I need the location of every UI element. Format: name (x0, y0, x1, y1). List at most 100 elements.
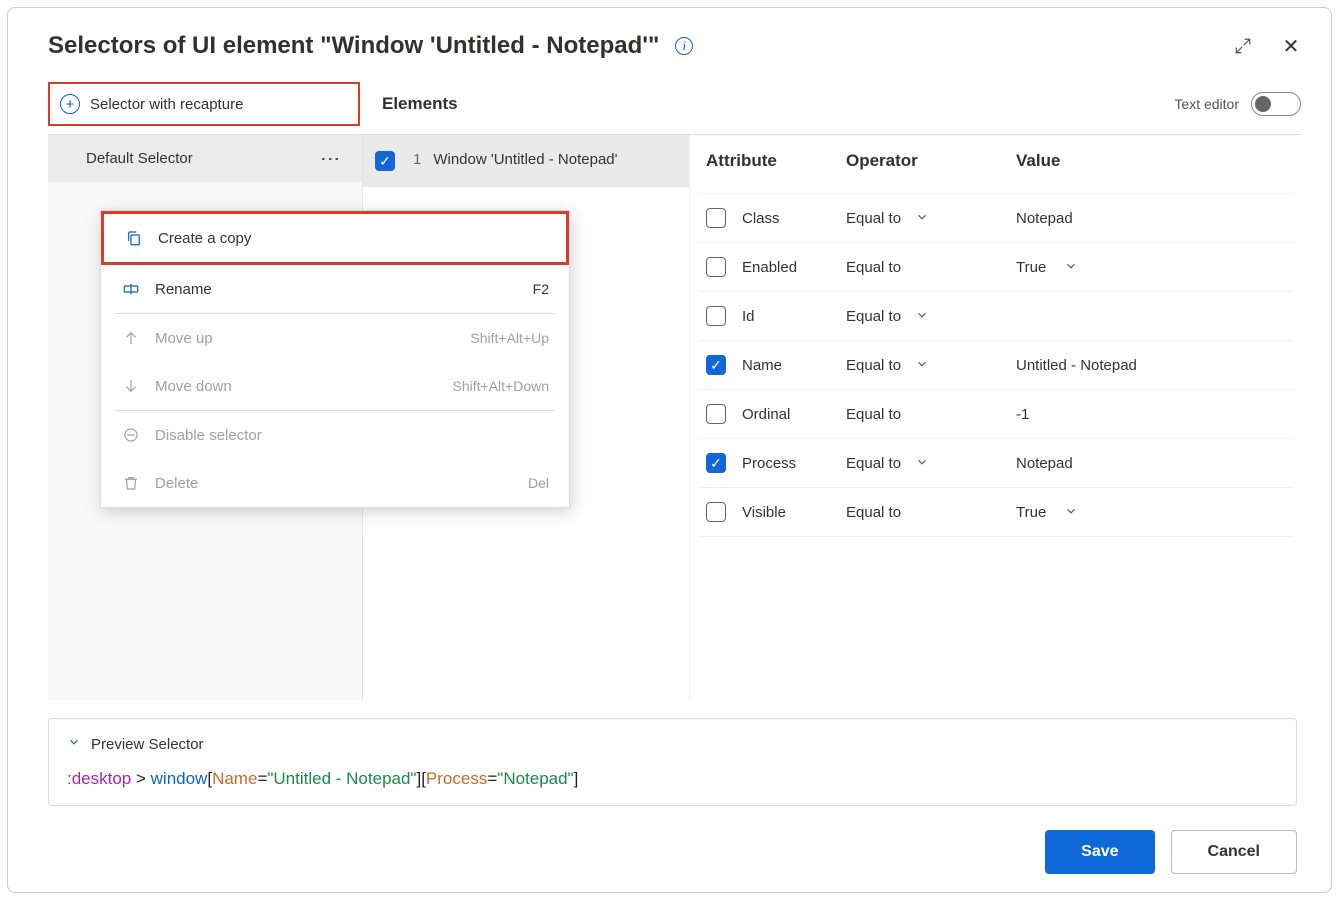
selector-token: > (131, 769, 150, 788)
chevron-down-icon (915, 308, 929, 325)
attributes-panel: Attribute Operator Value ClassEqual toNo… (689, 134, 1301, 700)
chevron-down-icon (915, 210, 929, 227)
cancel-button[interactable]: Cancel (1171, 830, 1297, 874)
selector-token: ][ (416, 769, 425, 788)
menu-shortcut: Del (528, 475, 549, 491)
menu-label: Rename (155, 281, 212, 298)
text-editor-toggle[interactable]: Text editor (1174, 92, 1301, 116)
menu-shortcut: Shift+Alt+Up (470, 330, 549, 346)
preview-toggle[interactable]: Preview Selector (67, 735, 1278, 753)
selectors-dialog: Selectors of UI element "Window 'Untitle… (7, 7, 1332, 893)
menu-label: Move up (155, 330, 213, 347)
chevron-down-icon (67, 735, 81, 753)
expand-icon[interactable] (1233, 36, 1253, 56)
chevron-down-icon (915, 455, 929, 472)
attr-row: ✓ Process Equal toNotepad (698, 439, 1293, 488)
preview-label: Preview Selector (91, 736, 204, 753)
attr-header-row: Attribute Operator Value (698, 135, 1293, 194)
attr-operator[interactable]: Equal to (846, 308, 1016, 325)
attr-value[interactable]: True (1016, 504, 1285, 521)
attr-value[interactable]: True (1016, 259, 1285, 276)
attr-row: Enabled Equal toTrue (698, 243, 1293, 292)
menu-label: Create a copy (158, 230, 251, 247)
element-row[interactable]: ✓ 1 Window 'Untitled - Notepad' (363, 135, 689, 187)
footer-actions: Save Cancel (1045, 830, 1297, 874)
trash-icon (121, 473, 141, 493)
preview-panel: Preview Selector :desktop > window[Name=… (48, 718, 1297, 806)
attr-value[interactable]: Notepad (1016, 455, 1285, 472)
attr-checkbox[interactable] (706, 208, 726, 228)
menu-label: Move down (155, 378, 232, 395)
attr-body: ClassEqual toNotepadEnabledEqual toTrueI… (698, 194, 1293, 537)
menu-label: Delete (155, 475, 198, 492)
menu-shortcut: Shift+Alt+Down (453, 378, 550, 394)
attr-operator[interactable]: Equal to (846, 259, 1016, 276)
selector-context-menu: Create a copy Rename F2 Move up Shift+Al… (100, 210, 570, 508)
attr-row: Id Equal to (698, 292, 1293, 341)
attr-checkbox[interactable] (706, 404, 726, 424)
attr-checkbox[interactable] (706, 257, 726, 277)
recapture-label: Selector with recapture (90, 96, 243, 113)
text-editor-label: Text editor (1174, 96, 1239, 112)
attr-row: ✓ Name Equal toUntitled - Notepad (698, 341, 1293, 390)
attr-operator[interactable]: Equal to (846, 210, 1016, 227)
copy-icon (124, 228, 144, 248)
menu-move-down: Move down Shift+Alt+Down (101, 362, 569, 410)
attr-operator[interactable]: Equal to (846, 455, 1016, 472)
elements-heading: Elements (382, 94, 458, 114)
attr-name: Id (742, 308, 755, 325)
attr-checkbox[interactable] (706, 502, 726, 522)
attr-checkbox[interactable] (706, 306, 726, 326)
toolbar-row: + Selector with recapture Elements Text … (8, 72, 1331, 132)
col-h-attribute: Attribute (706, 151, 846, 171)
selector-token: Name (212, 769, 257, 788)
menu-delete: Delete Del (101, 459, 569, 507)
selector-item-default[interactable]: Default Selector ⋮ (48, 135, 362, 182)
attr-value[interactable]: Notepad (1016, 210, 1285, 227)
header-actions: ✕ (1233, 36, 1301, 56)
selector-item-label: Default Selector (86, 150, 193, 167)
chevron-down-icon (915, 357, 929, 374)
attr-row: Class Equal toNotepad (698, 194, 1293, 243)
attr-name: Name (742, 357, 782, 374)
arrow-down-icon (121, 376, 141, 396)
element-index: 1 (413, 151, 421, 168)
attr-value[interactable]: Untitled - Notepad (1016, 357, 1285, 374)
attr-operator[interactable]: Equal to (846, 357, 1016, 374)
col-h-value: Value (1016, 151, 1285, 171)
selector-token: window (151, 769, 208, 788)
plus-icon: + (60, 94, 80, 114)
selector-token: = (487, 769, 497, 788)
disable-icon (121, 425, 141, 445)
attr-checkbox[interactable]: ✓ (706, 453, 726, 473)
attr-name: Enabled (742, 259, 797, 276)
more-icon[interactable]: ⋮ (318, 149, 342, 168)
selector-token: = (257, 769, 267, 788)
save-button[interactable]: Save (1045, 830, 1154, 874)
info-icon[interactable]: i (675, 37, 693, 55)
rename-icon (121, 279, 141, 299)
selector-token: ] (574, 769, 579, 788)
col-h-operator: Operator (846, 151, 1016, 171)
menu-create-copy[interactable]: Create a copy (101, 211, 569, 265)
attr-row: VisibleEqual toTrue (698, 488, 1293, 537)
attr-checkbox[interactable]: ✓ (706, 355, 726, 375)
attr-name: Class (742, 210, 780, 227)
element-label: Window 'Untitled - Notepad' (433, 151, 617, 168)
attr-name: Process (742, 455, 796, 472)
toggle-switch[interactable] (1251, 92, 1301, 116)
attr-operator[interactable]: Equal to (846, 406, 1016, 423)
chevron-down-icon (1064, 504, 1078, 521)
toggle-knob (1255, 96, 1271, 112)
selector-token: "Untitled - Notepad" (267, 769, 416, 788)
close-icon[interactable]: ✕ (1281, 36, 1301, 56)
dialog-title: Selectors of UI element "Window 'Untitle… (48, 32, 659, 60)
menu-label: Disable selector (155, 427, 262, 444)
preview-selector-text: :desktop > window[Name="Untitled - Notep… (67, 769, 1278, 789)
menu-disable-selector: Disable selector (101, 411, 569, 459)
element-checkbox[interactable]: ✓ (375, 151, 395, 171)
attr-operator[interactable]: Equal to (846, 504, 1016, 521)
selector-recapture-button[interactable]: + Selector with recapture (48, 82, 360, 126)
menu-rename[interactable]: Rename F2 (101, 265, 569, 313)
attr-value[interactable]: -1 (1016, 406, 1285, 423)
